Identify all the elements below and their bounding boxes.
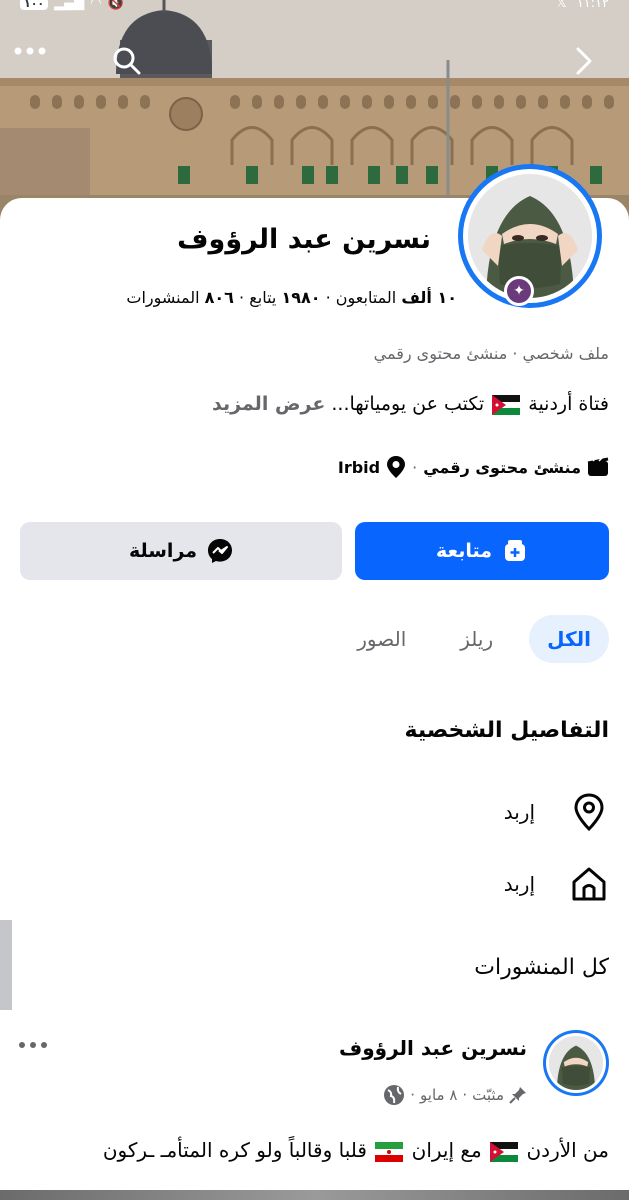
- post-text-end: قلبا وقالباً ولو كره المتأمـ ـركون: [102, 1138, 367, 1162]
- message-button[interactable]: مراسلة: [20, 522, 342, 580]
- following-count: ١٩٨٠: [281, 288, 321, 307]
- posts-count: ٨٠٦: [204, 288, 234, 307]
- profile-tabs: الكل ريلز الصور: [339, 615, 609, 663]
- see-more-link[interactable]: عرض المزيد: [212, 393, 325, 415]
- profile-stats[interactable]: ١٠ ألف المتابعون · ١٩٨٠ يتابع · ٨٠٦ المن…: [126, 288, 457, 307]
- post-text-start: من الأردن: [526, 1138, 609, 1162]
- avatar-image: [468, 174, 592, 298]
- status-bar: ١٠٠ ▂▄▆ ◠ 🔇 𝕏 ١١:١٢: [0, 0, 629, 16]
- bio-text-start: فتاة أردنية: [528, 393, 609, 415]
- tab-photos[interactable]: الصور: [339, 615, 424, 663]
- follow-button[interactable]: متابعة: [355, 522, 609, 580]
- post-text: من الأردن مع إيران قلبا وقالباً ولو كره …: [103, 1138, 609, 1162]
- mute-icon: 🔇: [107, 0, 124, 11]
- detail-current-city[interactable]: إربد: [504, 792, 609, 832]
- current-city-value: إربد: [503, 800, 535, 824]
- post-author-avatar[interactable]: [543, 1030, 609, 1096]
- chevron-right-icon: [576, 47, 592, 75]
- clapperboard-icon: [587, 457, 609, 476]
- message-label: مراسلة: [128, 540, 198, 562]
- messenger-icon: [208, 539, 233, 563]
- jordan-flag-icon: [492, 394, 521, 415]
- profile-name: نسرين عبد الرؤوف: [177, 224, 431, 255]
- location-pin-icon: [569, 792, 609, 832]
- back-button[interactable]: [574, 46, 610, 82]
- battery-indicator: ١٠٠: [20, 0, 49, 10]
- post-meta: مثبّت · ٨ مايو ·: [383, 1084, 527, 1106]
- post-options-button[interactable]: [18, 1030, 48, 1055]
- meta-category: منشئ محتوى رقمي: [423, 457, 581, 477]
- meta-location[interactable]: Irbid: [338, 458, 380, 477]
- profile-meta: منشئ محتوى رقمي · Irbid: [338, 455, 609, 479]
- add-friend-icon: [505, 540, 526, 561]
- post-author-name[interactable]: نسرين عبد الرؤوف: [339, 1036, 527, 1060]
- globe-icon: [384, 1085, 405, 1105]
- post-date[interactable]: ٨ مايو: [420, 1086, 457, 1104]
- more-horizontal-icon: [19, 1042, 47, 1048]
- x-notification-icon: 𝕏: [556, 0, 567, 11]
- creator-badge-icon: ✦: [504, 276, 534, 306]
- tab-all[interactable]: الكل: [529, 615, 609, 663]
- home-icon: [569, 864, 609, 904]
- profile-bio: فتاة أردنية تكتب عن يومياتها... عرض المز…: [212, 393, 609, 415]
- more-horizontal-icon: [14, 47, 46, 55]
- personal-details-title: التفاصيل الشخصية: [404, 718, 609, 743]
- following-label: يتابع: [249, 288, 277, 307]
- status-time: ١١:١٢: [576, 0, 609, 11]
- wifi-icon: ◠: [90, 0, 102, 11]
- follow-label: متابعة: [435, 540, 493, 562]
- tab-reels[interactable]: ريلز: [442, 615, 511, 663]
- profile-category: ملف شخصي · منشئ محتوى رقمي: [373, 344, 609, 363]
- followers-label: المتابعون: [335, 288, 397, 307]
- scrollbar-thumb[interactable]: [0, 920, 12, 1010]
- post-text-middle: مع إيران: [411, 1138, 482, 1162]
- iran-flag-icon: [375, 1141, 404, 1162]
- more-button[interactable]: [14, 46, 50, 82]
- post-image-preview[interactable]: [0, 1190, 629, 1200]
- post-avatar-image: [549, 1036, 603, 1090]
- pin-icon: [509, 1087, 526, 1104]
- bio-text-end: تكتب عن يومياتها...: [331, 393, 485, 415]
- detail-hometown[interactable]: إربد: [504, 864, 609, 904]
- jordan-flag-icon: [490, 1141, 519, 1162]
- search-icon: [113, 47, 141, 75]
- posts-label: المنشورات: [126, 288, 200, 307]
- pinned-label: مثبّت: [472, 1086, 504, 1104]
- search-button[interactable]: [112, 46, 148, 82]
- signal-icon: ▂▄▆: [54, 0, 85, 11]
- all-posts-title: كل المنشورات: [474, 955, 609, 980]
- followers-count: ١٠ ألف: [401, 288, 457, 307]
- location-pin-icon: [387, 456, 406, 478]
- hometown-value: إربد: [503, 872, 535, 896]
